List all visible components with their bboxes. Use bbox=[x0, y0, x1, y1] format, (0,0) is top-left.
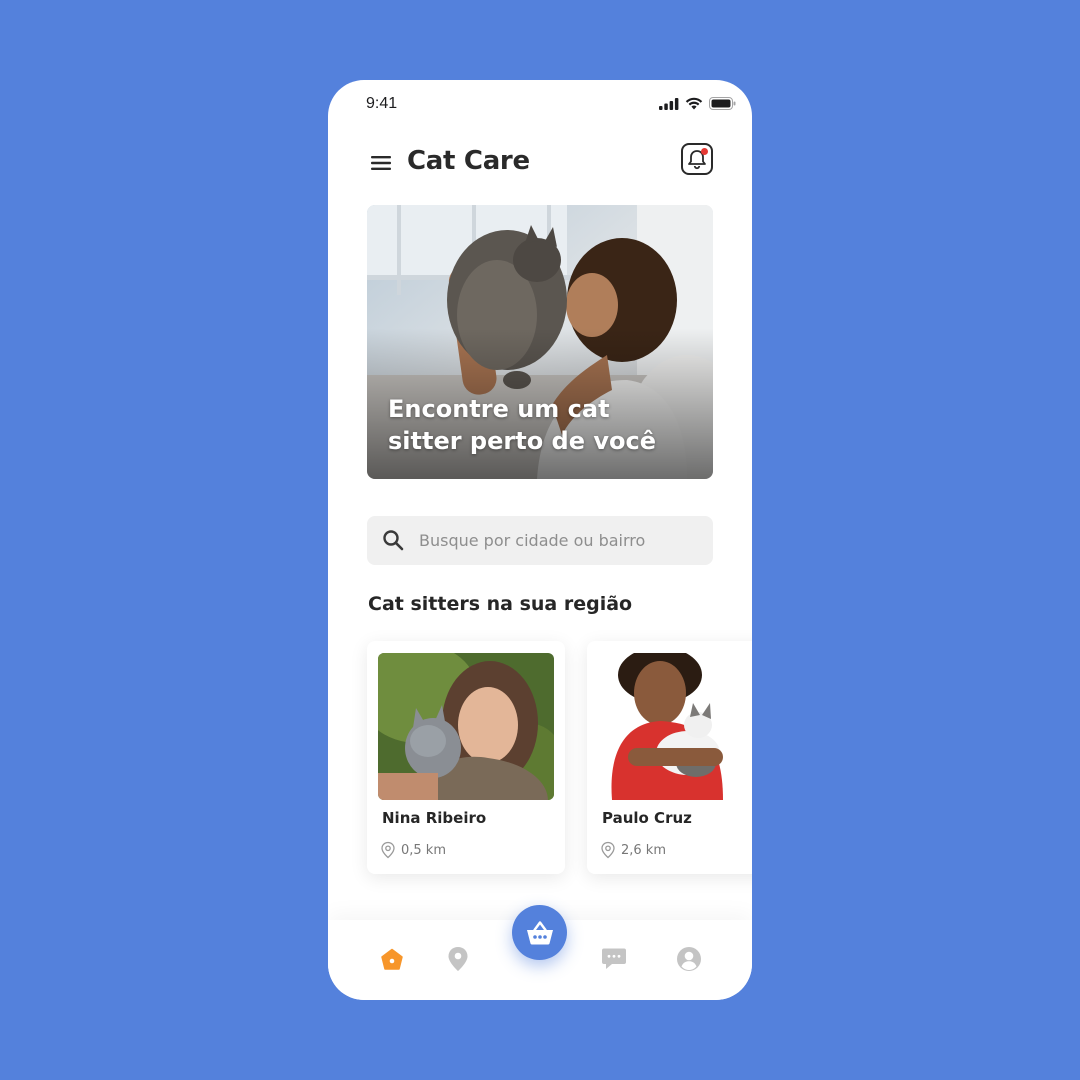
search-bar[interactable] bbox=[367, 516, 713, 565]
app-title: Cat Care bbox=[407, 146, 530, 176]
sitter-distance-value: 0,5 km bbox=[401, 842, 446, 858]
sitter-photo bbox=[378, 653, 554, 800]
sitter-name: Nina Ribeiro bbox=[382, 809, 487, 827]
hero-headline-line1: Encontre um cat bbox=[388, 395, 610, 423]
hamburger-menu-icon bbox=[371, 156, 391, 170]
home-icon bbox=[381, 948, 403, 970]
profile-icon bbox=[677, 947, 701, 971]
sitter-card[interactable]: Nina Ribeiro 0,5 km bbox=[367, 641, 565, 874]
wifi-icon bbox=[685, 97, 703, 110]
sitter-distance: 2,6 km bbox=[600, 841, 666, 859]
hero-headline-line2: sitter perto de você bbox=[388, 427, 656, 455]
notification-dot bbox=[701, 148, 708, 155]
hero-headline: Encontre um cat sitter perto de você bbox=[388, 393, 668, 457]
app-header: Cat Care bbox=[328, 138, 752, 188]
sitter-card[interactable]: Paulo Cruz 2,6 km bbox=[587, 641, 752, 874]
menu-button[interactable] bbox=[368, 150, 394, 176]
notifications-button[interactable] bbox=[681, 143, 713, 175]
battery-icon bbox=[709, 97, 736, 110]
section-title: Cat sitters na sua região bbox=[368, 593, 633, 615]
basket-button[interactable] bbox=[512, 905, 567, 960]
sitter-distance-value: 2,6 km bbox=[621, 842, 666, 858]
nav-profile[interactable] bbox=[675, 945, 703, 973]
hero-banner[interactable]: Encontre um cat sitter perto de você bbox=[367, 205, 713, 479]
sitter-photo bbox=[598, 653, 752, 800]
chat-icon bbox=[602, 948, 626, 969]
nav-home[interactable] bbox=[378, 945, 406, 973]
search-icon bbox=[383, 530, 404, 551]
status-bar: 9:41 bbox=[328, 80, 752, 130]
location-pin-icon bbox=[448, 947, 468, 971]
signal-icon bbox=[659, 97, 679, 110]
phone-screen: 9:41 Cat Care Encontre um cat sitter per… bbox=[328, 80, 752, 1000]
location-pin-icon bbox=[601, 841, 615, 859]
nav-map[interactable] bbox=[444, 945, 472, 973]
status-icons bbox=[659, 97, 736, 110]
location-pin-icon bbox=[381, 841, 395, 859]
search-input[interactable] bbox=[419, 516, 699, 565]
sitter-name: Paulo Cruz bbox=[602, 809, 692, 827]
nav-messages[interactable] bbox=[600, 945, 628, 973]
basket-icon bbox=[526, 920, 553, 945]
status-time: 9:41 bbox=[366, 95, 398, 112]
sitter-distance: 0,5 km bbox=[380, 841, 446, 859]
